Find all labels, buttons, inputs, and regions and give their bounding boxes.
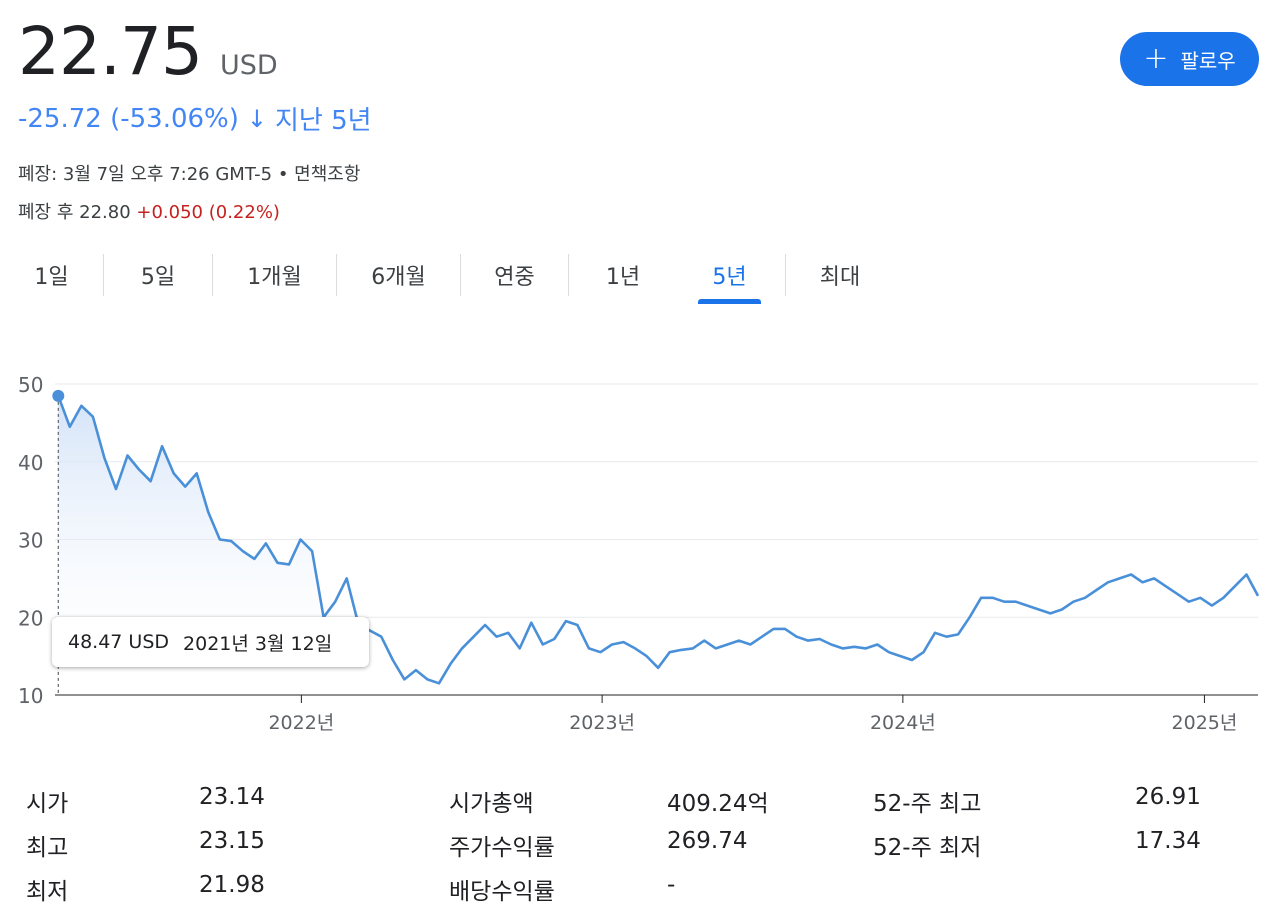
x-tick-label: 2022년 <box>268 712 334 734</box>
tab-5y[interactable]: 5년 <box>698 254 761 304</box>
tooltip-value: 48.47 USD <box>68 631 170 653</box>
stat-value-52w-low: 17.34 <box>1135 828 1201 854</box>
stat-label-low: 최저 <box>26 879 69 905</box>
hover-point <box>52 389 65 402</box>
stats-row: 최고 23.15 주가수익률 269.74 52-주 최저 17.34 <box>0 828 1280 864</box>
y-tick-label: 20 <box>18 606 43 630</box>
stat-value-pe-ratio: 269.74 <box>667 828 748 854</box>
after-hours-info: 폐장 후 22.80 +0.050 (0.22%) <box>18 198 280 224</box>
stat-label-52w-low: 52-주 최저 <box>873 835 982 861</box>
tab-max[interactable]: 최대 <box>786 254 894 296</box>
price-chart[interactable]: 50 40 30 20 10 2022년 2023년 2024년 2025년 <box>0 360 1280 740</box>
chart-tooltip: 48.47 USD 2021년 3월 12일 <box>52 617 369 667</box>
x-tick-label: 2025년 <box>1172 712 1238 734</box>
tab-1y[interactable]: 1년 <box>569 254 677 296</box>
stat-value-open: 23.14 <box>199 784 265 810</box>
price-change: -25.72 (-53.06%) ↓ 지난 5년 <box>18 100 372 137</box>
range-tabs: 1일 5일 1개월 6개월 연중 1년 5년 최대 <box>0 254 894 304</box>
stat-value-52w-high: 26.91 <box>1135 784 1201 810</box>
stat-label-dividend-yield: 배당수익률 <box>449 879 555 905</box>
stat-label-high: 최고 <box>26 835 69 861</box>
change-value: -25.72 (-53.06%) <box>18 103 239 134</box>
currency-label: USD <box>219 50 278 81</box>
stat-value-dividend-yield: - <box>667 872 676 898</box>
plus-icon: + <box>1143 41 1169 76</box>
current-price: 22.75 <box>18 13 203 90</box>
tab-5d[interactable]: 5일 <box>104 254 212 296</box>
y-tick-label: 10 <box>18 684 43 708</box>
x-tick-label: 2023년 <box>569 712 635 734</box>
stat-label-open: 시가 <box>26 791 69 817</box>
y-tick-label: 50 <box>18 373 43 397</box>
stat-label-52w-high: 52-주 최고 <box>873 791 982 817</box>
after-hours-price: 폐장 후 22.80 <box>18 202 131 223</box>
stat-label-pe-ratio: 주가수익률 <box>449 835 555 861</box>
tab-1m[interactable]: 1개월 <box>213 254 336 296</box>
x-tick-label: 2024년 <box>870 712 936 734</box>
stats-row: 최저 21.98 배당수익률 - <box>0 872 1280 908</box>
stat-value-market-cap: 409.24억 <box>667 791 769 817</box>
tab-6m[interactable]: 6개월 <box>337 254 460 296</box>
y-tick-label: 40 <box>18 451 43 475</box>
tab-ytd[interactable]: 연중 <box>461 254 568 296</box>
tab-1d[interactable]: 1일 <box>0 254 103 296</box>
stat-label-market-cap: 시가총액 <box>449 791 534 817</box>
price-header: 22.75 USD <box>18 14 278 90</box>
after-hours-change: +0.050 (0.22%) <box>136 202 280 223</box>
change-period: 지난 5년 <box>275 106 372 136</box>
y-tick-label: 30 <box>18 529 43 553</box>
close-info: 폐장: 3월 7일 오후 7:26 GMT-5 • 면책조항 <box>18 164 361 185</box>
follow-button-label: 팔로우 <box>1180 48 1236 73</box>
arrow-down-icon: ↓ <box>246 104 267 133</box>
stat-value-high: 23.15 <box>199 828 265 854</box>
tooltip-date: 2021년 3월 12일 <box>183 632 333 655</box>
stat-value-low: 21.98 <box>199 872 265 898</box>
follow-button[interactable]: + 팔로우 <box>1120 32 1259 86</box>
stats-row: 시가 23.14 시가총액 409.24억 52-주 최고 26.91 <box>0 784 1280 820</box>
